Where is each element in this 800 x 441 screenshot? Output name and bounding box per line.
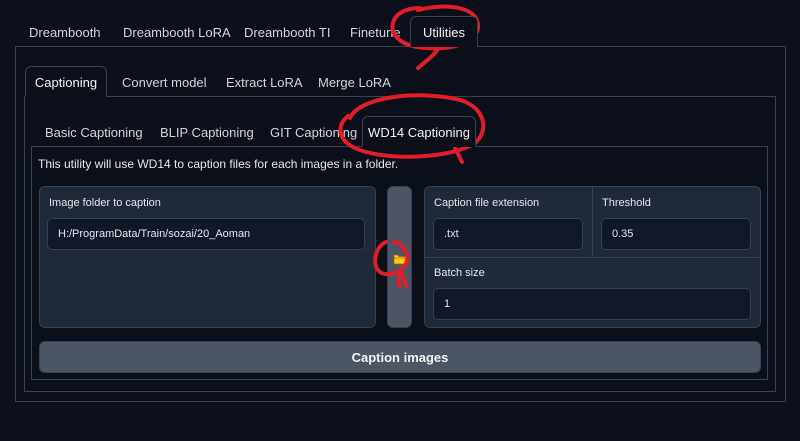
tab-dreambooth[interactable]: Dreambooth — [29, 25, 101, 40]
image-folder-label: Image folder to caption — [49, 197, 161, 209]
description-text: This utility will use WD14 to caption fi… — [38, 157, 399, 171]
tab-finetune[interactable]: Finetune — [350, 25, 401, 40]
threshold-input[interactable] — [601, 218, 751, 250]
caption-extension-input[interactable] — [433, 218, 583, 250]
caption-extension-label: Caption file extension — [434, 197, 540, 209]
folder-button[interactable] — [387, 186, 412, 328]
tab-wd14-captioning[interactable]: WD14 Captioning — [362, 116, 476, 147]
image-folder-input[interactable] — [47, 218, 365, 250]
tab-utilities[interactable]: Utilities — [410, 16, 478, 47]
threshold-label: Threshold — [602, 197, 651, 209]
tab-convert-model[interactable]: Convert model — [122, 75, 207, 90]
folder-icon — [393, 254, 407, 265]
batch-size-label: Batch size — [434, 267, 485, 279]
tab-captioning[interactable]: Captioning — [25, 66, 107, 97]
settings-divider-vertical — [592, 187, 593, 257]
tab-git-captioning[interactable]: GIT Captioning — [270, 125, 357, 140]
tab-dreambooth-ti[interactable]: Dreambooth TI — [244, 25, 330, 40]
batch-size-input[interactable] — [433, 288, 751, 320]
settings-divider-horizontal — [425, 257, 760, 258]
tab-extract-lora[interactable]: Extract LoRA — [226, 75, 303, 90]
tab-basic-captioning[interactable]: Basic Captioning — [45, 125, 143, 140]
tab-blip-captioning[interactable]: BLIP Captioning — [160, 125, 254, 140]
tab-merge-lora[interactable]: Merge LoRA — [318, 75, 391, 90]
tab-dreambooth-lora[interactable]: Dreambooth LoRA — [123, 25, 231, 40]
caption-images-button[interactable]: Caption images — [39, 341, 761, 373]
